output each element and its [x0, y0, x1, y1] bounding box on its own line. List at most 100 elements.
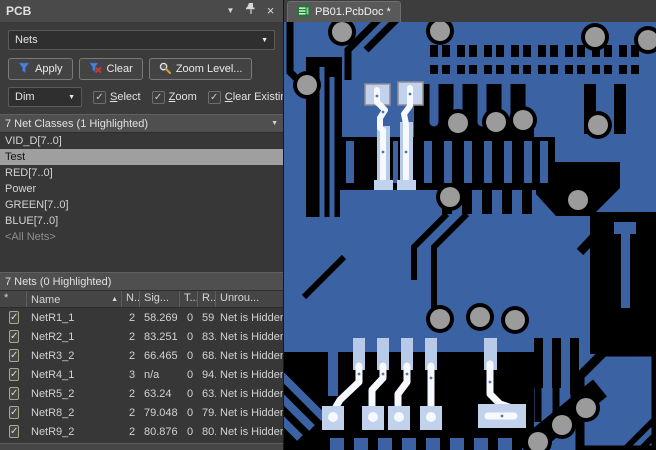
- clear-existing-checkbox[interactable]: ✓ Clear Existing: [207, 90, 283, 104]
- table-row[interactable]: ✓ NetR3_2 2 66.465 0 68. Net is Hidden: [0, 346, 283, 365]
- net-routed: 59: [202, 311, 215, 324]
- net-signal: 83.251: [144, 330, 178, 343]
- chevron-down-icon: ▼: [68, 93, 75, 101]
- net-checkbox[interactable]: ✓: [9, 349, 20, 362]
- clear-existing-checkbox-label: Clear Existing: [224, 91, 283, 103]
- net-signal: 79.048: [144, 406, 178, 419]
- select-checkbox-label: Select: [110, 91, 141, 103]
- net-unrouted: Net is Hidden: [220, 425, 283, 438]
- net-nodes: 3: [129, 368, 136, 381]
- checkbox-check-icon: ✓: [151, 90, 165, 104]
- apply-button[interactable]: Apply: [8, 58, 73, 80]
- filter-buttons: Apply Clear Zoom Level...: [8, 58, 283, 80]
- net-class-item[interactable]: RED[7..0]: [0, 165, 283, 181]
- net-checkbox[interactable]: ✓: [9, 311, 20, 324]
- column-header-check[interactable]: *: [0, 291, 27, 307]
- net-t: 0: [187, 387, 194, 400]
- net-checkbox[interactable]: ✓: [9, 330, 20, 343]
- tab-pcb-doc[interactable]: PB01.PcbDoc *: [287, 1, 401, 22]
- net-signal: 63.24: [144, 387, 172, 400]
- net-nodes: 2: [129, 311, 136, 324]
- nets-table-body: ✓ NetR1_1 2 58.269 0 59 Net is Hidden ✓ …: [0, 308, 283, 443]
- net-unrouted: Net is Hidden: [220, 368, 283, 381]
- apply-button-label: Apply: [35, 63, 63, 75]
- net-checkbox[interactable]: ✓: [9, 387, 20, 400]
- net-class-item[interactable]: BLUE[7..0]: [0, 213, 283, 229]
- dim-mode-value: Dim: [15, 91, 35, 103]
- net-t: 0: [187, 406, 194, 419]
- zoom-checkbox[interactable]: ✓ Zoom: [151, 90, 197, 104]
- panel-titlebar: PCB ▼ ×: [0, 0, 283, 22]
- net-nodes: 2: [129, 425, 136, 438]
- net-signal: 66.465: [144, 349, 178, 362]
- net-name: NetR5_2: [31, 387, 75, 400]
- pcb-doc-icon: [297, 4, 310, 20]
- net-class-item[interactable]: Power: [0, 181, 283, 197]
- net-classes-header-label: 7 Net Classes (1 Highlighted): [5, 117, 149, 130]
- pcb-canvas[interactable]: [284, 22, 656, 450]
- pcb-artwork: [284, 22, 656, 450]
- net-name: NetR9_2: [31, 425, 75, 438]
- dim-mode-dropdown[interactable]: Dim ▼: [8, 87, 82, 107]
- panel-menu-arrow-icon[interactable]: ▼: [224, 4, 237, 18]
- net-t: 0: [187, 368, 194, 381]
- panel-title: PCB: [6, 4, 32, 18]
- table-row[interactable]: ✓ NetR8_2 2 79.048 0 79. Net is Hidden: [0, 403, 283, 422]
- nets-header[interactable]: 7 Nets (0 Highlighted): [0, 272, 283, 291]
- chevron-down-icon: ▼: [271, 120, 278, 127]
- net-name: NetR8_2: [31, 406, 75, 419]
- net-checkbox[interactable]: ✓: [9, 425, 20, 438]
- column-header-routed[interactable]: R...: [198, 291, 216, 307]
- net-nodes: 2: [129, 330, 136, 343]
- net-unrouted: Net is Hidden: [220, 311, 283, 324]
- editor-area: PB01.PcbDoc *: [284, 0, 656, 450]
- magnifier-icon: [159, 62, 171, 77]
- table-row[interactable]: ✓ NetR4_1 3 n/a 0 94. Net is Hidden: [0, 365, 283, 384]
- column-header-name-label: Name: [31, 293, 61, 306]
- close-icon[interactable]: ×: [264, 4, 277, 18]
- net-name: NetR2_1: [31, 330, 75, 343]
- column-header-unrouted[interactable]: Unrou...: [216, 291, 283, 307]
- net-unrouted: Net is Hidden: [220, 387, 283, 400]
- net-class-item[interactable]: VID_D[7..0]: [0, 133, 283, 149]
- sort-ascending-icon: ▲: [111, 296, 118, 303]
- pcb-panel: PCB ▼ × Nets ▼ Apply Clear Zoom Level...: [0, 0, 284, 450]
- net-t: 0: [187, 425, 194, 438]
- net-class-item-all-nets[interactable]: <All Nets>: [0, 229, 283, 245]
- net-routed: 63.: [202, 387, 216, 400]
- clear-button[interactable]: Clear: [78, 58, 143, 80]
- column-header-name[interactable]: Name ▲: [27, 291, 122, 307]
- net-class-item[interactable]: GREEN[7..0]: [0, 197, 283, 213]
- checkbox-check-icon: ✓: [93, 90, 106, 104]
- nets-header-label: 7 Nets (0 Highlighted): [5, 275, 112, 288]
- table-row[interactable]: ✓ NetR9_2 2 80.876 0 80. Net is Hidden: [0, 422, 283, 441]
- net-routed: 79.: [202, 406, 216, 419]
- filter-mode-value: Nets: [15, 34, 38, 46]
- select-checkbox[interactable]: ✓ Select: [93, 90, 141, 104]
- net-name: NetR1_1: [31, 311, 75, 324]
- column-header-signal[interactable]: Sig...: [140, 291, 180, 307]
- net-nodes: 2: [129, 406, 136, 419]
- column-header-nodes[interactable]: N..: [122, 291, 140, 307]
- net-signal: 80.876: [144, 425, 178, 438]
- table-row[interactable]: ✓ NetR5_2 2 63.24 0 63. Net is Hidden: [0, 384, 283, 403]
- apply-funnel-icon: [18, 62, 30, 77]
- table-row[interactable]: ✓ NetR2_1 2 83.251 0 83. Net is Hidden: [0, 327, 283, 346]
- filter-mode-dropdown[interactable]: Nets ▼: [8, 30, 275, 50]
- panel-footer-strip: [0, 443, 283, 450]
- net-routed: 68.: [202, 349, 216, 362]
- net-unrouted: Net is Hidden: [220, 406, 283, 419]
- column-header-t[interactable]: T...: [180, 291, 198, 307]
- net-checkbox[interactable]: ✓: [9, 368, 20, 381]
- net-classes-header[interactable]: 7 Net Classes (1 Highlighted) ▼: [0, 114, 283, 133]
- net-class-item-selected[interactable]: Test: [0, 149, 283, 165]
- net-checkbox[interactable]: ✓: [9, 406, 20, 419]
- net-signal: n/a: [144, 368, 160, 381]
- nets-table-header: * Name ▲ N.. Sig... T... R... Unrou...: [0, 291, 283, 308]
- checkbox-check-icon: ✓: [207, 90, 221, 104]
- tab-label: PB01.PcbDoc *: [315, 6, 391, 18]
- net-nodes: 2: [129, 387, 136, 400]
- zoom-level-button[interactable]: Zoom Level...: [148, 58, 253, 80]
- table-row[interactable]: ✓ NetR1_1 2 58.269 0 59 Net is Hidden: [0, 308, 283, 327]
- pin-icon[interactable]: [244, 2, 257, 20]
